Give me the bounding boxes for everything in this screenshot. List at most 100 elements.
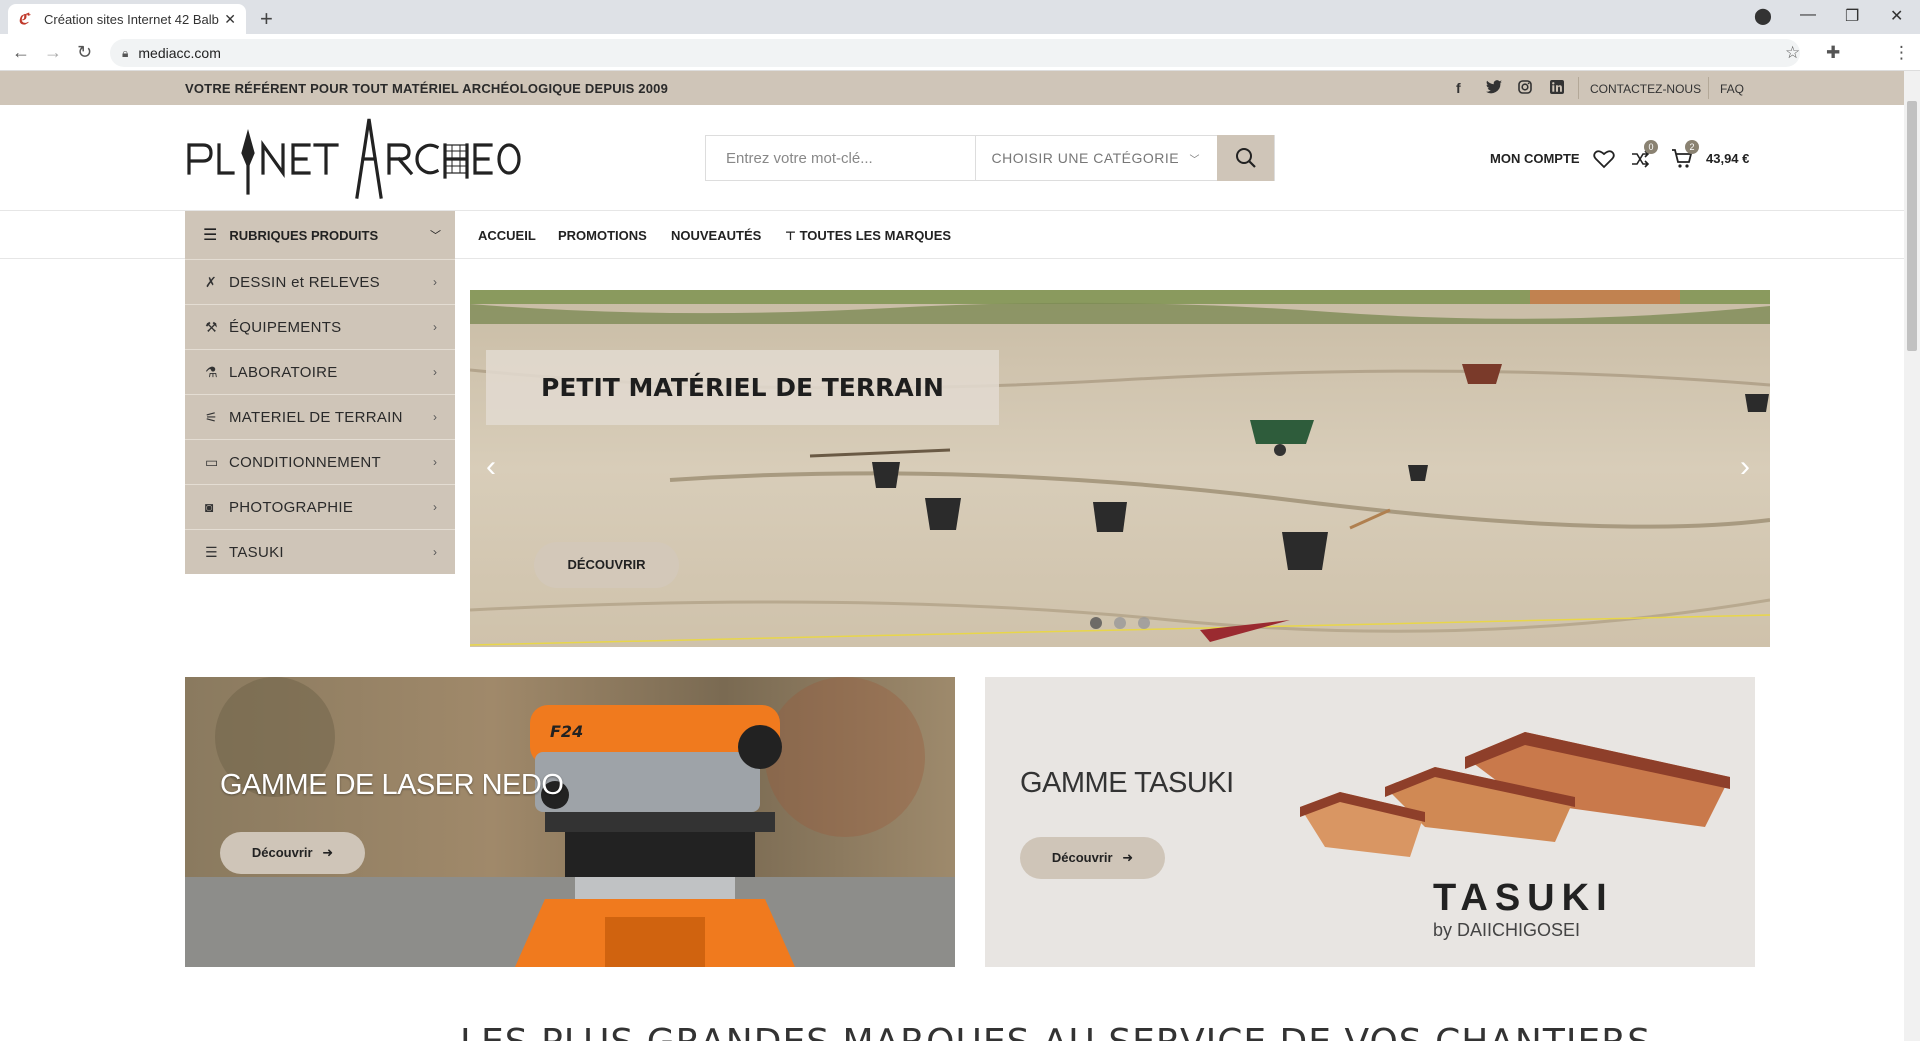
banner-laser-discover-button[interactable]: Découvrir ➜ [220,832,365,874]
slider-dot[interactable] [1114,617,1126,629]
tasuki-tools-image [1300,732,1730,857]
banner-button-label: Découvrir [1051,850,1113,865]
search-button[interactable] [1217,135,1274,181]
hero-discover-button[interactable]: DÉCOUVRIR [534,542,679,588]
arrow-circle-right-icon: ➜ [322,845,334,860]
compare-count-badge: 0 [1644,140,1658,154]
brands-section-heading: LES PLUS GRANDES MARQUES AU SERVICE DE V… [460,1022,1651,1041]
chevron-right-icon: › [433,455,437,469]
category-select[interactable]: CHOISIR UNE CATÉGORIE ﹀ [976,136,1218,180]
search-bar: Entrez votre mot-clé... CHOISIR UNE CATÉ… [705,135,1275,181]
faq-link[interactable]: FAQ [1720,82,1744,96]
twitter-icon[interactable] [1486,80,1502,97]
extensions-icon[interactable]: ✚ [1826,43,1840,63]
browser-addressbar: ← → ↻ 🔒︎ mediacc.com ☆ ✚ ⋮ [0,34,1920,71]
chevron-down-icon: ﹀ [430,230,441,242]
product-categories-toggle[interactable]: ☰ RUBRIQUES PRODUITS ﹀ [185,211,455,259]
hero-caption-text: PETIT MATÉRIEL DE TERRAIN [541,373,944,402]
category-item-terrain[interactable]: ⚟ MATERIEL DE TERRAIN › [185,394,455,439]
slider-dot[interactable] [1090,617,1102,629]
new-tab-icon[interactable]: + [260,6,273,32]
banner-tasuki[interactable]: GAMME TASUKI Découvrir ➜ TASUKI by DAIIC… [985,677,1755,967]
tasuki-brand-logo: TASUKI [1433,877,1614,919]
page-scrollbar[interactable] [1904,71,1920,1041]
site-logo[interactable] [185,115,525,207]
back-icon[interactable]: ← [12,42,30,63]
slider-dot[interactable] [1138,617,1150,629]
search-input[interactable]: Entrez votre mot-clé... [706,136,976,180]
microscope-icon: ⚗ [205,363,218,380]
search-icon [1235,148,1256,168]
forward-icon[interactable]: → [44,42,62,63]
drawing-tools-icon: ✗ [205,273,217,290]
top-info-bar: VOTRE RÉFÉRENT POUR TOUT MATÉRIEL ARCHÉO… [0,71,1904,105]
arrow-circle-right-icon: ➜ [1122,850,1134,865]
trowel-icon: ⚟ [205,408,218,425]
nav-accueil[interactable]: ACCUEIL [478,228,536,243]
reload-icon[interactable]: ↻ [77,42,92,63]
tab-title: Création sites Internet 42 Balbigny [44,11,219,27]
category-select-label: CHOISIR UNE CATÉGORIE [991,150,1180,166]
lock-icon: 🔒︎ [122,45,129,60]
wishlist-heart-icon[interactable] [1593,149,1615,174]
box-icon: ▭ [205,453,219,470]
profile-menu-icon[interactable]: ⬤ [1754,6,1772,26]
facebook-icon[interactable]: f [1456,80,1461,96]
url-bar[interactable]: 🔒︎ mediacc.com [110,39,1800,67]
category-item-tasuki[interactable]: ☰ TASUKI › [185,529,455,574]
camera-icon: ◙ [205,499,214,515]
my-account-link[interactable]: MON COMPTE [1490,151,1580,166]
nav-promotions[interactable]: PROMOTIONS [558,228,647,243]
contact-link[interactable]: CONTACTEZ-NOUS [1590,82,1701,96]
chevron-right-icon: › [433,500,437,514]
category-menu: ✗ DESSIN et RELEVES › ⚒ ÉQUIPEMENTS › ⚗ … [185,259,455,574]
nav-nouveautes[interactable]: NOUVEAUTÉS [671,228,761,243]
site-favicon-icon: ℭ [18,10,29,28]
scrollbar-thumb[interactable] [1907,101,1917,351]
layers-icon: ☰ [205,543,218,560]
bookmark-star-icon[interactable]: ☆ [1785,43,1800,63]
browser-tabbar: ℭ Création sites Internet 42 Balbigny ✕ … [0,0,1920,34]
chevron-right-icon: › [433,545,437,559]
signpost-icon: ⊤ [785,229,796,243]
categories-toggle-label: RUBRIQUES PRODUITS [229,227,379,243]
chevron-right-icon: › [433,275,437,289]
cart-count-badge: 2 [1685,140,1699,154]
device-label: F24 [550,722,583,741]
category-item-laboratoire[interactable]: ⚗ LABORATOIRE › [185,349,455,394]
chevron-right-icon: › [433,320,437,334]
slider-pagination [1090,617,1150,629]
banner-button-label: Découvrir [251,845,313,860]
chevron-right-icon: › [433,365,437,379]
url-text: mediacc.com [138,45,221,61]
browser-menu-icon[interactable]: ⋮ [1893,43,1910,63]
nav-all-brands[interactable]: ⊤ TOUTES LES MARQUES [785,228,951,243]
window-close-icon[interactable]: ✕ [1890,6,1903,26]
hamburger-menu-icon: ☰ [203,227,218,244]
category-item-conditionnement[interactable]: ▭ CONDITIONNEMENT › [185,439,455,484]
tab-close-icon[interactable]: ✕ [224,11,236,28]
instagram-icon[interactable] [1518,80,1532,97]
category-item-equipements[interactable]: ⚒ ÉQUIPEMENTS › [185,304,455,349]
restore-icon[interactable]: ❐ [1845,6,1859,26]
banner-laser-nedo[interactable]: F24 GAMME DE LASER NEDO Découvrir ➜ [185,677,955,967]
browser-tab[interactable]: ℭ Création sites Internet 42 Balbigny ✕ [8,4,246,34]
tagline: VOTRE RÉFÉRENT POUR TOUT MATÉRIEL ARCHÉO… [185,81,668,96]
category-item-label: ÉQUIPEMENTS [229,318,342,336]
chevron-down-icon: ﹀ [1189,155,1201,166]
category-item-photographie[interactable]: ◙ PHOTOGRAPHIE › [185,484,455,529]
main-nav: ☰ RUBRIQUES PRODUITS ﹀ ACCUEIL PROMOTION… [0,211,1904,259]
hero-excavation-image [470,290,1770,647]
cart-total[interactable]: 43,94 € [1706,151,1749,166]
slider-next-icon[interactable]: › [1740,450,1750,484]
slider-prev-icon[interactable]: ‹ [486,450,496,484]
minimize-icon[interactable]: — [1800,6,1816,24]
banner-tasuki-discover-button[interactable]: Découvrir ➜ [1020,837,1165,879]
tasuki-brand-sub: by DAIICHIGOSEI [1433,920,1581,940]
hero-slider: PETIT MATÉRIEL DE TERRAIN DÉCOUVRIR ‹ › [470,290,1770,647]
banner-laser-title: GAMME DE LASER NEDO [220,769,564,801]
category-item-label: MATERIEL DE TERRAIN [229,408,403,426]
laser-level-image: F24 [185,677,955,967]
linkedin-icon[interactable] [1550,80,1564,97]
category-item-dessin[interactable]: ✗ DESSIN et RELEVES › [185,259,455,304]
